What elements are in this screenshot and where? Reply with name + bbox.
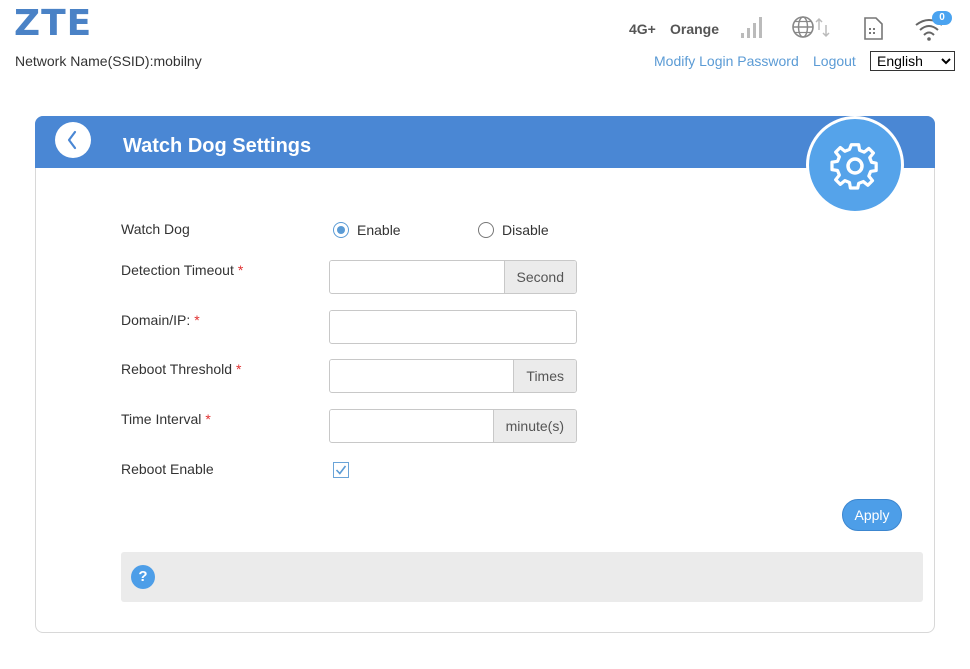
wifi-client-count-badge: 0 (932, 11, 952, 25)
reboot-threshold-group: Times (329, 359, 577, 393)
logout-link[interactable]: Logout (813, 53, 856, 69)
zte-logo: ZTE (14, 3, 93, 44)
domain-ip-label-text: Domain/IP: (121, 312, 191, 328)
help-box: ? (121, 552, 923, 602)
apply-button[interactable]: Apply (842, 499, 902, 531)
time-interval-unit: minute(s) (492, 410, 576, 442)
page-title: Watch Dog Settings (123, 135, 312, 157)
domain-ip-input[interactable] (330, 311, 576, 341)
disable-radio[interactable] (478, 222, 494, 238)
reboot-enable-label: Reboot Enable (121, 461, 214, 477)
chevron-left-icon (67, 130, 77, 150)
disable-radio-label: Disable (502, 222, 549, 238)
reboot-enable-checkbox[interactable] (333, 462, 349, 478)
detection-timeout-label-text: Detection Timeout (121, 262, 234, 278)
required-mark: * (205, 411, 211, 427)
watch-dog-label: Watch Dog (121, 221, 190, 237)
gear-icon (830, 143, 878, 190)
time-interval-group: minute(s) (329, 409, 577, 443)
domain-ip-label: Domain/IP: * (121, 312, 200, 328)
detection-timeout-input[interactable] (330, 261, 504, 291)
help-icon[interactable]: ? (131, 565, 155, 589)
required-mark: * (237, 262, 244, 278)
sim-card-icon (864, 17, 883, 40)
domain-ip-group (329, 310, 577, 344)
time-interval-input[interactable] (330, 410, 493, 440)
time-interval-label-text: Time Interval (121, 411, 202, 427)
watch-dog-settings-panel: Watch Dog Settings Watch Dog Enable Disa… (35, 116, 935, 633)
detection-timeout-group: Second (329, 260, 577, 294)
reboot-threshold-unit: Times (513, 360, 576, 392)
time-interval-label: Time Interval * (121, 411, 211, 427)
back-button[interactable] (55, 122, 91, 158)
signal-bars-icon (741, 17, 762, 38)
required-mark: * (236, 361, 242, 377)
check-icon (335, 465, 347, 475)
panel-header: Watch Dog Settings (35, 116, 935, 168)
detection-timeout-unit: Second (503, 261, 576, 293)
required-mark: * (194, 312, 200, 328)
globe-data-icon (792, 16, 830, 38)
reboot-threshold-label: Reboot Threshold * (121, 361, 242, 377)
settings-badge (806, 116, 904, 214)
network-type: 4G+ (629, 21, 656, 37)
detection-timeout-label: Detection Timeout * (121, 262, 243, 278)
modify-login-password-link[interactable]: Modify Login Password (654, 53, 799, 69)
language-select[interactable]: English (870, 51, 955, 71)
network-ssid: Network Name(SSID):mobilny (15, 53, 202, 69)
enable-radio[interactable] (333, 222, 349, 238)
operator-name: Orange (670, 21, 720, 37)
reboot-threshold-label-text: Reboot Threshold (121, 361, 233, 377)
reboot-threshold-input[interactable] (330, 360, 514, 390)
enable-radio-label: Enable (357, 222, 401, 238)
